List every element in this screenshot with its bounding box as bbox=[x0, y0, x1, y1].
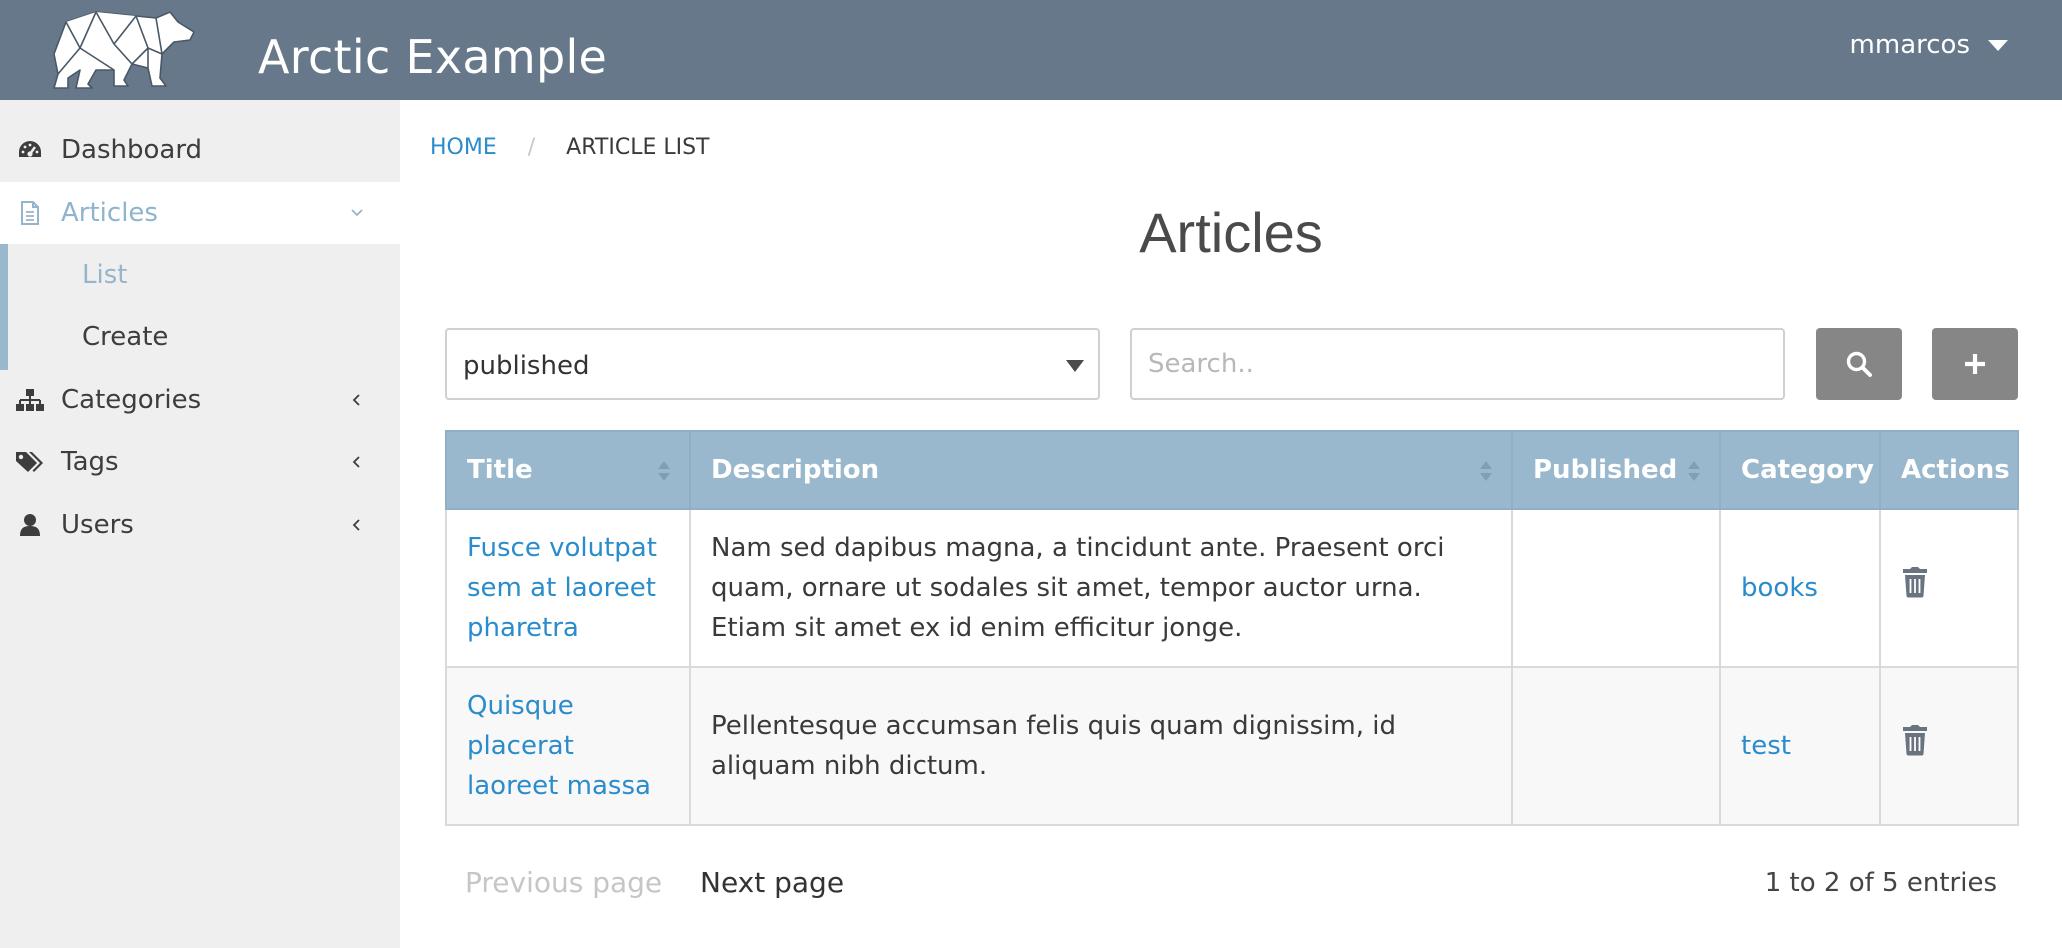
sidebar-subitem-list[interactable]: List bbox=[82, 260, 127, 290]
column-header-label: Published bbox=[1533, 455, 1678, 485]
document-icon bbox=[15, 198, 45, 228]
cell-actions bbox=[1879, 508, 2019, 668]
cell-category: books bbox=[1719, 508, 1881, 668]
chevron-left-icon bbox=[352, 456, 360, 468]
trash-icon[interactable] bbox=[1901, 724, 1929, 756]
cell-description: Pellentesque accumsan felis quis quam di… bbox=[689, 666, 1513, 826]
article-title-link[interactable]: Fusce volutpat sem at laoreet pharetra bbox=[467, 533, 657, 643]
user-icon bbox=[15, 510, 45, 540]
app-title: Arctic Example bbox=[258, 30, 608, 84]
brand[interactable]: Arctic Example bbox=[44, 8, 607, 92]
previous-page-button[interactable]: Previous page bbox=[465, 866, 662, 899]
sidebar-item-label: Articles bbox=[61, 198, 158, 228]
top-navbar: Arctic Example mmarcos bbox=[0, 0, 2062, 100]
tags-icon bbox=[15, 447, 45, 477]
sidebar-item-label: Dashboard bbox=[61, 135, 203, 165]
sidebar-item-tags[interactable]: Tags bbox=[0, 431, 400, 493]
chevron-left-icon bbox=[352, 394, 360, 406]
cell-title: Fusce volutpat sem at laoreet pharetra bbox=[445, 508, 691, 668]
sidebar-item-label: Categories bbox=[61, 385, 202, 415]
sidebar-item-categories[interactable]: Categories bbox=[0, 369, 400, 431]
status-filter-select[interactable]: published bbox=[445, 328, 1100, 400]
cell-published bbox=[1511, 666, 1721, 826]
sidebar-item-label: Tags bbox=[61, 447, 119, 477]
sitemap-icon bbox=[15, 385, 45, 415]
sidebar-item-users[interactable]: Users bbox=[0, 494, 400, 556]
user-name: mmarcos bbox=[1849, 30, 1970, 60]
table-row: Quisque placerat laoreet massa Pellentes… bbox=[445, 666, 2019, 826]
column-header-label: Category bbox=[1741, 455, 1874, 485]
search-icon bbox=[1846, 351, 1872, 377]
cell-actions bbox=[1879, 666, 2019, 826]
table-row: Fusce volutpat sem at laoreet pharetra N… bbox=[445, 508, 2019, 668]
cell-published bbox=[1511, 508, 1721, 668]
chevron-down-icon bbox=[351, 209, 363, 217]
column-header-category: Category bbox=[1719, 430, 1881, 510]
column-header-label: Title bbox=[467, 455, 533, 485]
breadcrumb-home-link[interactable]: HOME bbox=[430, 135, 497, 160]
article-title-link[interactable]: Quisque placerat laoreet massa bbox=[467, 691, 651, 801]
column-header-title[interactable]: Title bbox=[445, 430, 691, 510]
sort-icon bbox=[1480, 461, 1492, 481]
sidebar-item-articles[interactable]: Articles bbox=[0, 182, 400, 244]
sidebar-item-label: Users bbox=[61, 510, 134, 540]
articles-table: Title Description Published Category Act… bbox=[445, 430, 2019, 826]
caret-down-icon bbox=[1988, 39, 2008, 51]
category-link[interactable]: books bbox=[1741, 573, 1818, 603]
search-input[interactable] bbox=[1130, 328, 1785, 400]
column-header-description[interactable]: Description bbox=[689, 430, 1513, 510]
breadcrumb-current: ARTICLE LIST bbox=[566, 135, 710, 160]
column-header-published[interactable]: Published bbox=[1511, 430, 1721, 510]
sidebar-subitem-create[interactable]: Create bbox=[82, 322, 168, 352]
table-header-row: Title Description Published Category Act… bbox=[445, 430, 2019, 510]
status-filter-value: published bbox=[463, 351, 590, 381]
user-menu-dropdown[interactable]: mmarcos bbox=[1850, 30, 2008, 60]
cell-category: test bbox=[1719, 666, 1881, 826]
page-title: Articles bbox=[1139, 201, 1323, 264]
column-header-label: Description bbox=[711, 455, 880, 485]
add-article-button[interactable] bbox=[1932, 328, 2018, 400]
next-page-button[interactable]: Next page bbox=[700, 866, 844, 899]
pagination-info: 1 to 2 of 5 entries bbox=[1764, 868, 1997, 898]
trash-icon[interactable] bbox=[1901, 566, 1929, 598]
chevron-left-icon bbox=[352, 519, 360, 531]
search-button[interactable] bbox=[1816, 328, 1902, 400]
sidebar-item-dashboard[interactable]: Dashboard bbox=[0, 119, 400, 181]
plus-icon bbox=[1965, 354, 1985, 374]
sort-icon bbox=[658, 461, 670, 481]
dashboard-icon bbox=[15, 135, 45, 165]
polar-bear-logo-icon bbox=[53, 11, 195, 89]
breadcrumb-separator: / bbox=[527, 135, 536, 160]
column-header-actions: Actions bbox=[1879, 430, 2019, 510]
breadcrumb: HOME / ARTICLE LIST bbox=[430, 135, 710, 160]
cell-title: Quisque placerat laoreet massa bbox=[445, 666, 691, 826]
sort-icon bbox=[1688, 461, 1700, 481]
caret-down-icon bbox=[1066, 360, 1084, 372]
cell-description: Nam sed dapibus magna, a tincidunt ante.… bbox=[689, 508, 1513, 668]
column-header-label: Actions bbox=[1901, 455, 2010, 485]
category-link[interactable]: test bbox=[1741, 731, 1791, 761]
